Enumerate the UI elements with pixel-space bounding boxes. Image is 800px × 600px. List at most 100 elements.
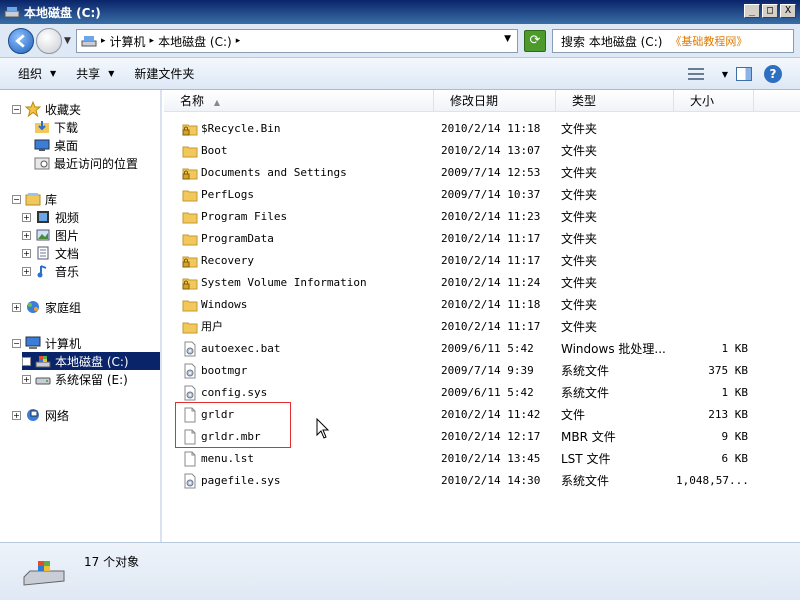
file-size <box>676 316 748 338</box>
file-row[interactable]: $Recycle.Bin 2010/2/14 11:18 文件夹 <box>164 118 800 140</box>
view-options-icon[interactable] <box>687 68 704 80</box>
tree-label: 文档 <box>55 246 80 261</box>
file-date: 2010/2/14 13:07 <box>441 144 541 157</box>
folder-icon <box>182 187 198 203</box>
new-folder-button[interactable]: 新建文件夹 <box>134 65 194 82</box>
address-dropdown-icon[interactable]: ▼ <box>504 34 511 44</box>
column-type[interactable]: 类型 <box>556 90 674 112</box>
chevron-right-icon[interactable]: ▸ <box>236 36 241 46</box>
tree-item-documents[interactable]: + 文档 <box>22 244 79 262</box>
preview-pane-icon[interactable] <box>736 67 752 81</box>
tree-label: 库 <box>45 192 58 207</box>
tree-item-pictures[interactable]: + 图片 <box>22 226 79 244</box>
file-row[interactable]: System Volume Information 2010/2/14 11:24… <box>164 272 800 294</box>
tree-item-downloads[interactable]: 下载 <box>34 118 78 136</box>
tree-item-libraries[interactable]: − 库 <box>12 190 57 208</box>
forward-button[interactable] <box>36 28 62 54</box>
file-size <box>676 250 748 272</box>
collapse-icon[interactable]: − <box>12 194 21 204</box>
file-date: 2010/2/14 11:17 <box>441 254 541 267</box>
file-row[interactable]: bootmgr 2009/7/14 9:39 系统文件 375 KB <box>164 360 800 382</box>
file-type: 文件夹 <box>561 254 598 268</box>
file-row[interactable]: autoexec.bat 2009/6/11 5:42 Windows 批处理...… <box>164 338 800 360</box>
search-placeholder: 搜索 本地磁盘 (C:) <box>561 34 663 49</box>
chevron-down-icon[interactable]: ▼ <box>722 70 728 79</box>
file-date: 2009/6/11 5:42 <box>441 386 534 399</box>
chevron-right-icon[interactable]: ▸ <box>150 36 155 46</box>
column-size[interactable]: 大小 <box>674 90 754 112</box>
address-bar[interactable]: ▸ 计算机 ▸ 本地磁盘 (C:) ▸ ▼ <box>76 29 518 53</box>
collapse-icon[interactable]: − <box>12 338 21 348</box>
file-size: 9 KB <box>721 430 749 443</box>
folder-icon <box>182 297 198 313</box>
column-name[interactable]: 名称 ▲ <box>164 90 434 112</box>
locked-folder-icon <box>182 121 198 137</box>
help-icon[interactable]: ? <box>764 65 782 83</box>
file-type: MBR 文件 <box>561 430 616 444</box>
file-row[interactable]: pagefile.sys 2010/2/14 14:30 系统文件 1,048,57.… <box>164 470 800 492</box>
file-row[interactable]: Windows 2010/2/14 11:18 文件夹 <box>164 294 800 316</box>
tree-item-network[interactable]: + 网络 <box>12 406 69 424</box>
tree-item-desktop[interactable]: 桌面 <box>34 136 78 154</box>
breadcrumb-computer[interactable]: 计算机 <box>110 33 146 50</box>
history-dropdown-icon[interactable]: ▼ <box>64 36 71 46</box>
file-name: Program Files <box>201 210 288 223</box>
collapse-icon[interactable]: − <box>12 104 21 114</box>
tree-item-system-reserved[interactable]: + 系统保留 (E:) <box>22 370 128 388</box>
file-row[interactable]: Documents and Settings 2009/7/14 12:53 文件夹 <box>164 162 800 184</box>
downloads-icon <box>35 121 49 133</box>
locked-folder-icon <box>182 165 198 181</box>
expand-icon[interactable]: + <box>22 356 31 366</box>
homegroup-icon <box>27 301 39 313</box>
tree-label: 桌面 <box>54 138 79 153</box>
tree-item-music[interactable]: + 音乐 <box>22 262 79 280</box>
tree-label: 本地磁盘 (C:) <box>55 354 129 369</box>
search-input[interactable]: 搜索 本地磁盘 (C:) 《基础教程网》 <box>552 29 794 53</box>
share-button[interactable]: 共享 ▼ <box>76 65 114 82</box>
file-row[interactable]: 用户 2010/2/14 11:17 文件夹 <box>164 316 800 338</box>
file-row[interactable]: Program Files 2010/2/14 11:23 文件夹 <box>164 206 800 228</box>
expand-icon[interactable]: + <box>22 266 31 276</box>
file-row[interactable]: ProgramData 2010/2/14 11:17 文件夹 <box>164 228 800 250</box>
file-type: LST 文件 <box>561 452 611 466</box>
organize-label: 组织 <box>18 67 43 81</box>
file-date: 2010/2/14 12:17 <box>441 430 541 443</box>
desktop-icon <box>34 139 50 151</box>
expand-icon[interactable]: + <box>12 410 21 420</box>
close-button[interactable]: X <box>780 4 796 18</box>
file-name: Boot <box>201 144 228 157</box>
file-name: System Volume Information <box>201 276 367 289</box>
expand-icon[interactable]: + <box>22 248 31 258</box>
tree-item-recent[interactable]: 最近访问的位置 <box>34 154 138 172</box>
file-row[interactable]: Boot 2010/2/14 13:07 文件夹 <box>164 140 800 162</box>
minimize-button[interactable]: _ <box>744 4 760 18</box>
file-row[interactable]: config.sys 2009/6/11 5:42 系统文件 1 KB <box>164 382 800 404</box>
breadcrumb-local-disk[interactable]: 本地磁盘 (C:) <box>158 33 232 50</box>
file-row[interactable]: menu.lst 2010/2/14 13:45 LST 文件 6 KB <box>164 448 800 470</box>
tree-item-favorites[interactable]: − 收藏夹 <box>12 100 81 118</box>
navigation-bar: ▼ ▸ 计算机 ▸ 本地磁盘 (C:) ▸ ▼ ⟳ 搜索 本地磁盘 (C:) 《… <box>0 24 800 58</box>
expand-icon[interactable]: + <box>22 374 31 384</box>
file-type: Windows 批处理... <box>561 342 666 356</box>
tree-item-computer[interactable]: − 计算机 <box>12 334 81 352</box>
tree-item-local-disk[interactable]: + 本地磁盘 (C:) <box>22 352 160 370</box>
system-file-icon <box>182 473 198 489</box>
expand-icon[interactable]: + <box>22 212 31 222</box>
file-name: autoexec.bat <box>201 342 281 355</box>
tree-item-homegroup[interactable]: + 家庭组 <box>12 298 81 316</box>
refresh-button[interactable]: ⟳ <box>524 30 546 52</box>
chevron-right-icon[interactable]: ▸ <box>101 36 106 46</box>
tree-item-videos[interactable]: + 视频 <box>22 208 79 226</box>
column-date[interactable]: 修改日期 <box>434 90 556 112</box>
file-date: 2010/2/14 11:18 <box>441 122 541 135</box>
expand-icon[interactable]: + <box>22 230 31 240</box>
file-row[interactable]: Recovery 2010/2/14 11:17 文件夹 <box>164 250 800 272</box>
organize-button[interactable]: 组织 ▼ <box>18 65 56 82</box>
back-button[interactable] <box>8 28 34 54</box>
picture-icon <box>36 229 50 241</box>
file-date: 2010/2/14 11:23 <box>441 210 541 223</box>
column-date-label: 修改日期 <box>450 94 499 108</box>
maximize-button[interactable]: □ <box>762 4 778 18</box>
expand-icon[interactable]: + <box>12 302 21 312</box>
file-row[interactable]: PerfLogs 2009/7/14 10:37 文件夹 <box>164 184 800 206</box>
